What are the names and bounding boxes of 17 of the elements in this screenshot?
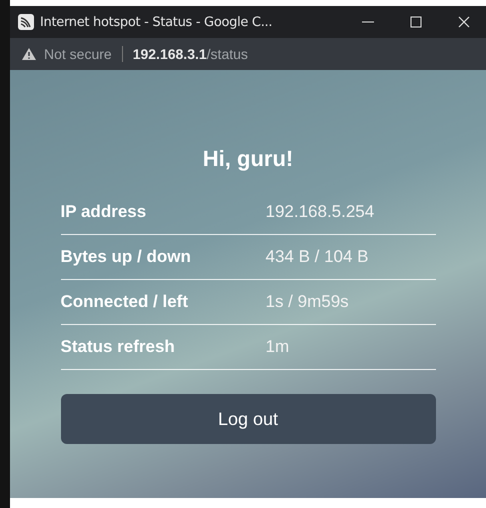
row-value: 1s / 9m59s [266,292,349,312]
logout-button[interactable]: Log out [60,394,436,444]
security-label[interactable]: Not secure [44,46,112,62]
row-value: 1m [266,337,290,357]
window-title: Internet hotspot - Status - Google C... [40,14,272,30]
maximize-icon[interactable] [410,16,422,28]
row-value: 434 B / 104 B [266,247,369,267]
app-logo-icon [18,14,34,30]
greeting-heading: Hi, guru! [202,146,294,172]
row-label: Connected / left [60,292,190,312]
url-text[interactable]: 192.168.3.1/status [132,46,248,62]
warning-icon[interactable] [22,48,36,60]
row-label: Bytes up / down [60,247,192,267]
close-icon[interactable] [458,16,470,28]
row-label: IP address [60,202,148,222]
row-value: 192.168.5.254 [266,202,374,222]
row-label: Status refresh [60,337,176,357]
